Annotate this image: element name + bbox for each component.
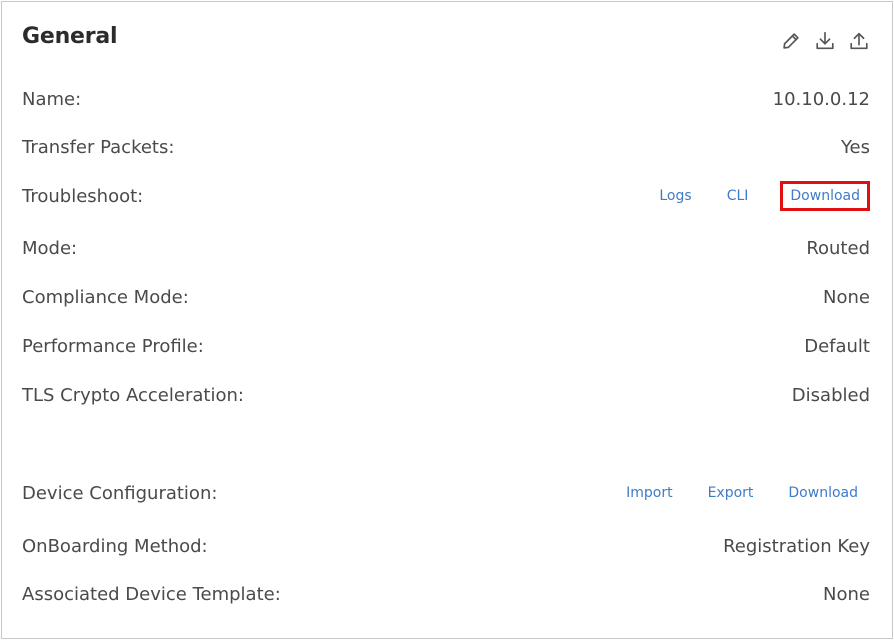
onboarding-method-value: Registration Key: [723, 535, 870, 557]
troubleshoot-download-link[interactable]: Download: [790, 188, 860, 204]
upload-icon[interactable]: [848, 30, 870, 52]
troubleshoot-cli-link[interactable]: CLI: [727, 188, 749, 204]
transfer-packets-label: Transfer Packets:: [22, 136, 175, 158]
general-panel: General Name: 10.10.0.12 Transfer Packet…: [1, 1, 893, 639]
row-compliance-mode: Compliance Mode: None: [22, 282, 870, 312]
row-onboarding-method: OnBoarding Method: Registration Key: [22, 531, 870, 561]
compliance-mode-label: Compliance Mode:: [22, 286, 189, 308]
pencil-icon[interactable]: [780, 30, 802, 52]
associated-template-value: None: [823, 583, 870, 605]
associated-template-label: Associated Device Template:: [22, 583, 281, 605]
row-performance-profile: Performance Profile: Default: [22, 331, 870, 361]
device-configuration-label: Device Configuration:: [22, 482, 218, 504]
mode-value: Routed: [806, 237, 870, 259]
troubleshoot-download-highlight: Download: [780, 181, 870, 211]
row-associated-device-template: Associated Device Template: None: [22, 579, 870, 609]
row-mode: Mode: Routed: [22, 233, 870, 263]
troubleshoot-label: Troubleshoot:: [22, 185, 144, 207]
download-icon[interactable]: [814, 30, 836, 52]
tls-crypto-label: TLS Crypto Acceleration:: [22, 384, 244, 406]
device-configuration-export-link[interactable]: Export: [708, 485, 754, 501]
row-tls-crypto: TLS Crypto Acceleration: Disabled: [22, 380, 870, 410]
troubleshoot-links: Logs CLI Download: [659, 181, 870, 211]
compliance-mode-value: None: [823, 286, 870, 308]
onboarding-method-label: OnBoarding Method:: [22, 535, 208, 557]
troubleshoot-logs-link[interactable]: Logs: [659, 188, 691, 204]
row-troubleshoot: Troubleshoot: Logs CLI Download: [22, 181, 870, 211]
device-configuration-download-link[interactable]: Download: [788, 485, 858, 501]
row-name: Name: 10.10.0.12: [22, 84, 870, 114]
transfer-packets-value: Yes: [840, 136, 870, 158]
panel-title: General: [22, 24, 118, 49]
performance-profile-value: Default: [804, 335, 870, 357]
name-value: 10.10.0.12: [772, 88, 870, 110]
panel-header-actions: [780, 30, 870, 52]
row-device-configuration: Device Configuration: Import Export Down…: [22, 478, 870, 508]
name-label: Name:: [22, 88, 82, 110]
row-transfer-packets: Transfer Packets: Yes: [22, 132, 870, 162]
tls-crypto-value: Disabled: [791, 384, 870, 406]
performance-profile-label: Performance Profile:: [22, 335, 204, 357]
device-configuration-import-link[interactable]: Import: [626, 485, 672, 501]
device-configuration-links: Import Export Download: [626, 485, 870, 501]
mode-label: Mode:: [22, 237, 78, 259]
